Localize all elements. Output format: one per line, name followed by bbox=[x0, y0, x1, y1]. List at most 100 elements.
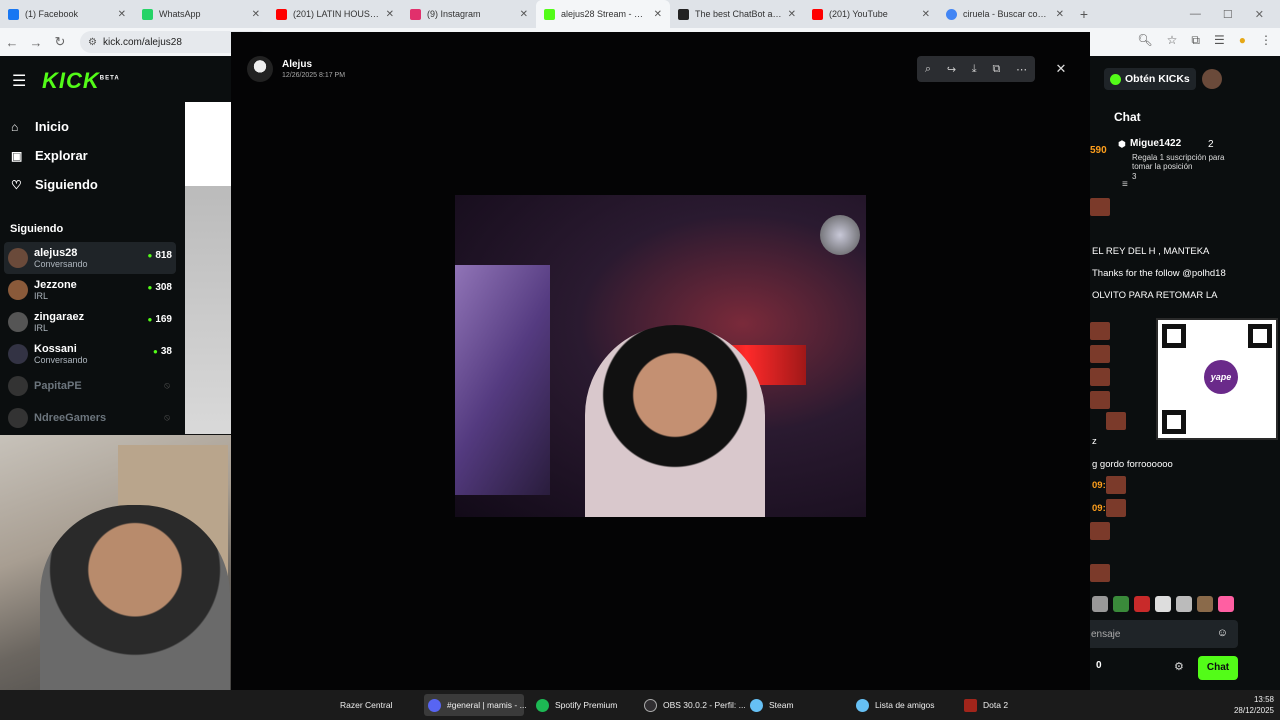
kick-icon bbox=[544, 8, 555, 20]
avatar bbox=[8, 248, 28, 268]
discord-icon bbox=[428, 698, 441, 712]
close-tab-icon[interactable]: ✕ bbox=[118, 9, 126, 20]
menu-icon[interactable]: ⋮ bbox=[1260, 33, 1272, 48]
chat-settings-icon[interactable]: ⚙ bbox=[1174, 660, 1184, 673]
zoom-icon[interactable]: ⌕ bbox=[925, 63, 931, 76]
taskbar-obs[interactable]: OBS 30.0.2 - Perfil: ... bbox=[640, 694, 750, 716]
taskbar-discord[interactable]: #general | mamis - ... bbox=[424, 694, 527, 716]
nav-siguiendo[interactable]: ♡ Siguiendo bbox=[0, 170, 185, 199]
media-scene bbox=[455, 265, 550, 495]
close-tab-icon[interactable]: ✕ bbox=[520, 9, 528, 20]
obs-icon bbox=[644, 698, 657, 712]
chat-panel: Obtén KICKs Chat 590 ⬢ Migue1422 2 Regal… bbox=[1090, 56, 1280, 690]
following-item-ndreegamers[interactable]: NdreeGamers ⦸ bbox=[4, 402, 176, 434]
avatar bbox=[8, 376, 28, 396]
emote-icon[interactable] bbox=[1218, 596, 1234, 612]
lightbox-image[interactable] bbox=[455, 195, 866, 517]
browser-tab-chatbot[interactable]: The best ChatBot and W✕ bbox=[670, 0, 804, 28]
taskbar-spotify[interactable]: Spotify Premium bbox=[532, 694, 621, 716]
close-lightbox-icon[interactable]: ✕ bbox=[1050, 58, 1072, 80]
send-chat-button[interactable]: Chat bbox=[1198, 656, 1238, 680]
browser-tab-youtube[interactable]: (201) YouTube ✕ bbox=[804, 0, 938, 28]
open-external-icon[interactable]: ⧉ bbox=[992, 63, 1000, 76]
close-window-icon[interactable]: ✕ bbox=[1255, 8, 1264, 21]
following-item-zingaraez[interactable]: zingaraezIRL 169 bbox=[4, 306, 176, 338]
taskbar-friends[interactable]: Lista de amigos bbox=[852, 694, 939, 716]
viewer-count: 818 bbox=[147, 250, 172, 261]
home-icon: ⌂ bbox=[11, 119, 19, 134]
browser-tab-facebook[interactable]: (1) Facebook ✕ bbox=[0, 0, 134, 28]
taskbar-steam[interactable]: Steam bbox=[746, 694, 798, 716]
browse-icon: ▣ bbox=[11, 148, 23, 163]
browser-tab-google[interactable]: ciruela - Buscar con Goo✕ bbox=[938, 0, 1072, 28]
zoom-icon[interactable]: 🔍︎ bbox=[1137, 33, 1152, 48]
browser-tab-kick[interactable]: alejus28 Stream - Watch✕ bbox=[536, 0, 670, 28]
following-item-papitape[interactable]: PapitaPE ⦸ bbox=[4, 370, 176, 402]
system-clock[interactable]: 13:58 28/12/2025 bbox=[1234, 694, 1274, 716]
emote-icon[interactable] bbox=[1113, 596, 1129, 612]
os-taskbar: Razer Central #general | mamis - ... Spo… bbox=[0, 690, 1280, 720]
taskbar-razer[interactable]: Razer Central bbox=[336, 694, 396, 716]
emoji-picker-icon[interactable]: ☺ bbox=[1217, 627, 1228, 639]
close-tab-icon[interactable]: ✕ bbox=[1056, 9, 1064, 20]
kick-app: ☰ KICKBETA ⌂ Inicio ▣ Explorar ♡ Siguiendo … bbox=[0, 32, 1280, 690]
browser-tab-strip: (1) Facebook ✕ WhatsApp ✕ (201) LATIN HOUS… bbox=[0, 0, 1280, 28]
emote bbox=[1090, 368, 1110, 386]
lightbox-toolbar: ⌕ ↪ ⤓ ⧉ ⋯ bbox=[917, 56, 1035, 82]
nav-explorar[interactable]: ▣ Explorar bbox=[0, 141, 185, 170]
close-tab-icon[interactable]: ✕ bbox=[788, 9, 796, 20]
chat-title: Chat bbox=[1114, 110, 1141, 124]
close-tab-icon[interactable]: ✕ bbox=[252, 9, 260, 20]
emote-icon[interactable] bbox=[1134, 596, 1150, 612]
chat-message: g gordo forroooooo bbox=[1092, 459, 1173, 470]
expand-handle-icon[interactable]: ≡ bbox=[1122, 179, 1128, 190]
emote-icon[interactable] bbox=[1176, 596, 1192, 612]
minimize-icon[interactable]: — bbox=[1190, 8, 1201, 21]
more-icon[interactable]: ⋯ bbox=[1016, 63, 1027, 76]
emote-icon[interactable] bbox=[1092, 596, 1108, 612]
following-item-alejus28[interactable]: alejus28Conversando 818 bbox=[4, 242, 176, 274]
forward-icon[interactable]: ↪ bbox=[947, 63, 956, 76]
maximize-icon[interactable]: ☐ bbox=[1223, 8, 1233, 21]
following-list: alejus28Conversando 818 JezzoneIRL 308 z… bbox=[4, 242, 176, 434]
back-icon[interactable]: ← bbox=[0, 35, 24, 50]
get-kicks-button[interactable]: Obtén KICKs bbox=[1104, 68, 1196, 90]
emote-icon[interactable] bbox=[1155, 596, 1171, 612]
reading-list-icon[interactable]: ☰ bbox=[1214, 33, 1225, 48]
forward-icon[interactable]: → bbox=[24, 35, 48, 50]
download-icon[interactable]: ⤓ bbox=[972, 63, 977, 76]
taskbar-dota2[interactable]: Dota 2 bbox=[960, 694, 1012, 716]
kick-logo[interactable]: KICKBETA bbox=[42, 68, 120, 94]
steam-icon bbox=[750, 698, 763, 712]
youtube-icon bbox=[276, 8, 287, 20]
avatar bbox=[8, 344, 28, 364]
close-tab-icon[interactable]: ✕ bbox=[922, 9, 930, 20]
hamburger-menu-icon[interactable]: ☰ bbox=[12, 71, 36, 91]
close-tab-icon[interactable]: ✕ bbox=[386, 9, 394, 20]
nav-inicio[interactable]: ⌂ Inicio bbox=[0, 112, 185, 141]
profile-icon[interactable]: ● bbox=[1239, 33, 1246, 48]
close-tab-icon[interactable]: ✕ bbox=[654, 9, 662, 20]
reload-icon[interactable]: ↻ bbox=[48, 34, 72, 50]
site-info-icon[interactable]: ⚙ bbox=[88, 37, 97, 48]
following-item-kossani[interactable]: KossaniConversando 38 bbox=[4, 338, 176, 370]
pinned-sub-gift: 590 ⬢ Migue1422 2 Regala 1 suscripción p… bbox=[1090, 138, 1225, 190]
lightbox-poster: Alejus 12/26/2025 8:17 PM bbox=[247, 56, 345, 82]
bookmark-star-icon[interactable]: ☆ bbox=[1167, 33, 1178, 48]
window-controls: — ☐ ✕ bbox=[1190, 8, 1280, 21]
new-tab-button[interactable]: + bbox=[1072, 6, 1096, 22]
following-item-jezzone[interactable]: JezzoneIRL 308 bbox=[4, 274, 176, 306]
browser-tab-youtube-latin[interactable]: (201) LATIN HOUSE Y TE✕ bbox=[268, 0, 402, 28]
emote-icon[interactable] bbox=[1197, 596, 1213, 612]
extensions-icon[interactable]: ⧉ bbox=[1191, 33, 1200, 48]
avatar bbox=[8, 312, 28, 332]
chat-input[interactable]: ensaje ☺ bbox=[1090, 620, 1238, 648]
user-avatar[interactable] bbox=[1202, 69, 1222, 89]
toolbar-actions: 🔍︎ ☆ ⧉ ☰ ● ⋮ bbox=[1137, 33, 1272, 48]
streamer-image bbox=[40, 505, 230, 690]
whatsapp-icon bbox=[142, 8, 153, 20]
qr-marker bbox=[1162, 410, 1186, 434]
browser-tab-instagram[interactable]: (9) Instagram ✕ bbox=[402, 0, 536, 28]
badge-icon: ⬢ bbox=[1118, 139, 1126, 149]
browser-tab-whatsapp[interactable]: WhatsApp ✕ bbox=[134, 0, 268, 28]
